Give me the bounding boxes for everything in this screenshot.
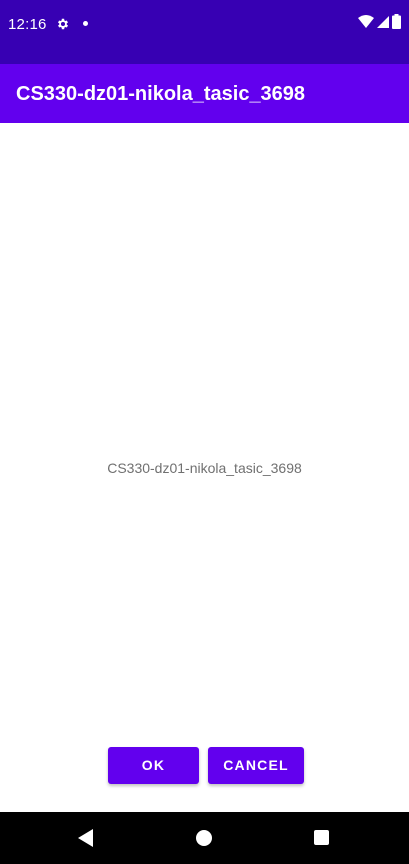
battery-icon <box>392 14 401 34</box>
app-bar: CS330-dz01-nikola_tasic_3698 <box>0 64 409 123</box>
notification-dot-icon <box>83 21 88 26</box>
ok-button[interactable]: OK <box>108 747 199 784</box>
navigation-bar <box>0 812 409 864</box>
settings-gear-icon <box>56 17 70 31</box>
status-icons <box>358 14 401 34</box>
status-time: 12:16 <box>8 16 47 33</box>
app-title: CS330-dz01-nikola_tasic_3698 <box>16 83 306 105</box>
back-icon[interactable] <box>78 829 94 847</box>
recents-icon[interactable] <box>314 830 329 845</box>
cancel-button[interactable]: CANCEL <box>208 747 304 784</box>
status-bar: 12:16 <box>0 0 409 64</box>
home-icon[interactable] <box>196 830 212 846</box>
wifi-icon <box>358 15 374 33</box>
main-content: CS330-dz01-nikola_tasic_3698 OK CANCEL <box>0 123 409 812</box>
cell-signal-icon <box>377 15 389 33</box>
message-text: CS330-dz01-nikola_tasic_3698 <box>107 460 302 476</box>
